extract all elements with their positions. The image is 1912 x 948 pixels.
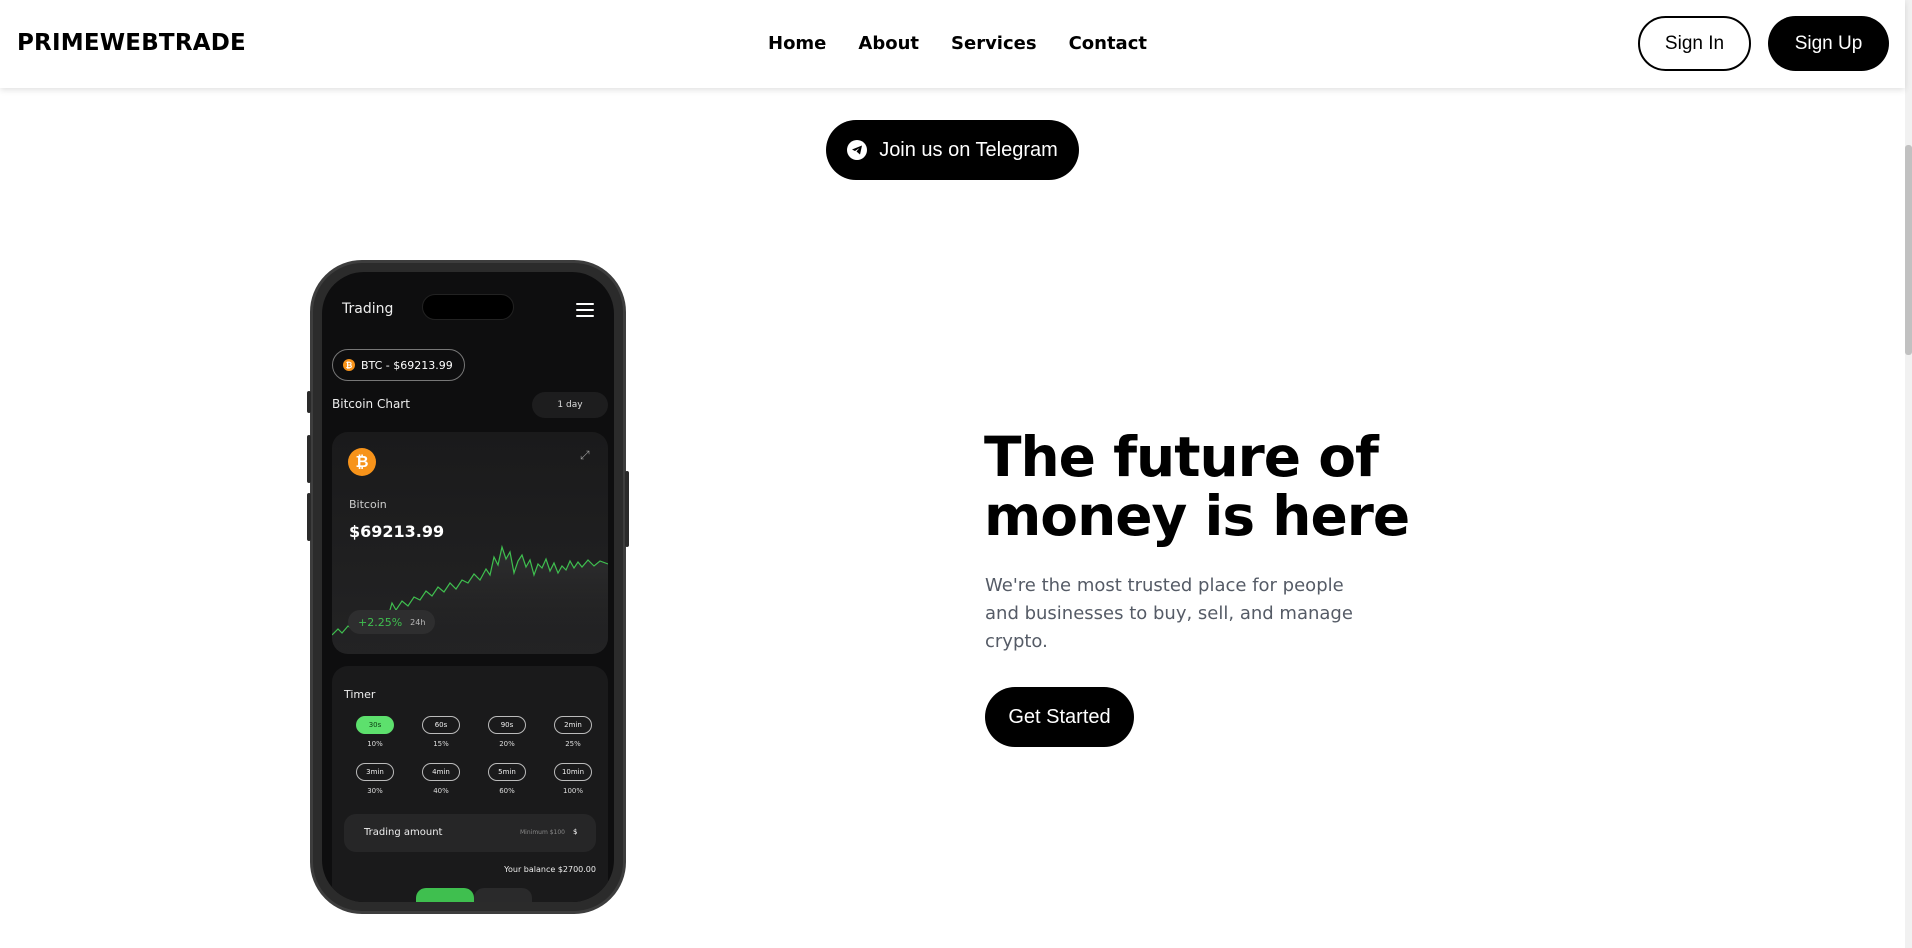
phone-side-button [307, 493, 311, 541]
timer-option-label[interactable]: 5min [488, 763, 526, 781]
timer-option-label[interactable]: 3min [356, 763, 394, 781]
sell-button[interactable] [474, 888, 532, 902]
pair-selector[interactable]: ₿ BTC - $69213.99 [332, 349, 465, 381]
timer-option-percent: 40% [433, 787, 449, 795]
hero-title: The future of money is here [984, 428, 1444, 546]
site-header: PRIMEWEBTRADE Home About Services Contac… [0, 0, 1905, 88]
timer-option-percent: 25% [565, 740, 581, 748]
phone-side-button [625, 471, 629, 547]
timer-option[interactable]: 4min 40% [408, 763, 474, 795]
nav-services[interactable]: Services [951, 33, 1037, 54]
timer-option[interactable]: 5min 60% [474, 763, 540, 795]
timer-option-label[interactable]: 4min [422, 763, 460, 781]
price-change-period: 24h [410, 617, 426, 627]
nav-home[interactable]: Home [768, 33, 826, 54]
trading-amount-currency: $ [573, 828, 578, 836]
screen-title: Trading [342, 301, 394, 317]
phone-mockup: Trading ₿ BTC - $69213.99 Bitcoin Chart … [307, 260, 629, 914]
dynamic-island [422, 294, 514, 320]
timer-title: Timer [344, 688, 376, 701]
trading-amount-min: Minimum $100 [520, 829, 565, 836]
bitcoin-logo-icon: ₿ [348, 448, 376, 476]
trading-amount-label: Trading amount [364, 827, 443, 838]
hero-title-line1: The future of [984, 425, 1379, 489]
balance-text: Your balance $2700.00 [504, 865, 596, 874]
price-change-value: +2.25% [358, 615, 403, 629]
phone-screen: Trading ₿ BTC - $69213.99 Bitcoin Chart … [322, 272, 614, 902]
phone-side-button [307, 435, 311, 483]
telegram-button-label: Join us on Telegram [879, 138, 1058, 161]
sign-in-button[interactable]: Sign In [1638, 16, 1751, 71]
timer-option[interactable]: 2min 25% [540, 716, 606, 748]
price-chart-card: ₿ ⤢ Bitcoin $69213.99 +2.25% 24h [332, 432, 608, 654]
nav-contact[interactable]: Contact [1069, 33, 1147, 54]
coin-name: Bitcoin [349, 498, 387, 511]
timer-option-percent: 60% [499, 787, 515, 795]
get-started-button[interactable]: Get Started [985, 687, 1134, 747]
timer-option-percent: 10% [367, 740, 383, 748]
trading-amount-input[interactable]: Trading amount Minimum $100 $ [344, 814, 596, 852]
phone-side-button [307, 391, 311, 413]
hero-title-line2: money is here [984, 484, 1410, 548]
page-scrollbar[interactable] [1905, 0, 1912, 948]
timer-option-label[interactable]: 90s [488, 716, 526, 734]
timer-option[interactable]: 60s 15% [408, 716, 474, 748]
range-selector[interactable]: 1 day [532, 392, 608, 418]
timer-option[interactable]: 90s 20% [474, 716, 540, 748]
timer-option-label[interactable]: 2min [554, 716, 592, 734]
timer-option[interactable]: 3min 30% [342, 763, 408, 795]
timer-option-percent: 20% [499, 740, 515, 748]
buy-button[interactable] [416, 888, 474, 902]
timer-option-label[interactable]: 30s [356, 716, 394, 734]
telegram-icon [847, 140, 868, 160]
timer-option-percent: 100% [562, 787, 583, 795]
brand-logo[interactable]: PRIMEWEBTRADE [17, 30, 246, 56]
telegram-button[interactable]: Join us on Telegram [826, 120, 1079, 180]
timer-option-label[interactable]: 60s [422, 716, 460, 734]
price-change-badge: +2.25% 24h [348, 610, 436, 634]
timer-option[interactable]: 30s 10% [342, 716, 408, 748]
pair-label: BTC - $69213.99 [361, 358, 453, 372]
scrollbar-thumb[interactable] [1905, 145, 1912, 355]
main-nav: Home About Services Contact [768, 33, 1147, 54]
timer-card: Timer 30s 10% 60s 15% 90s 20% 2min 25% 3min 3… [332, 666, 608, 902]
timer-option-percent: 15% [433, 740, 449, 748]
timer-option[interactable]: 10min 100% [540, 763, 606, 795]
timer-option-percent: 30% [367, 787, 383, 795]
sign-up-button[interactable]: Sign Up [1768, 16, 1889, 71]
bitcoin-icon: ₿ [343, 359, 355, 371]
chart-label: Bitcoin Chart [332, 397, 410, 411]
hero-subtitle: We're the most trusted place for people … [985, 575, 1353, 652]
nav-about[interactable]: About [858, 33, 919, 54]
expand-icon[interactable]: ⤢ [580, 448, 590, 463]
timer-option-label[interactable]: 10min [554, 763, 592, 781]
hamburger-menu-icon[interactable] [576, 303, 594, 317]
